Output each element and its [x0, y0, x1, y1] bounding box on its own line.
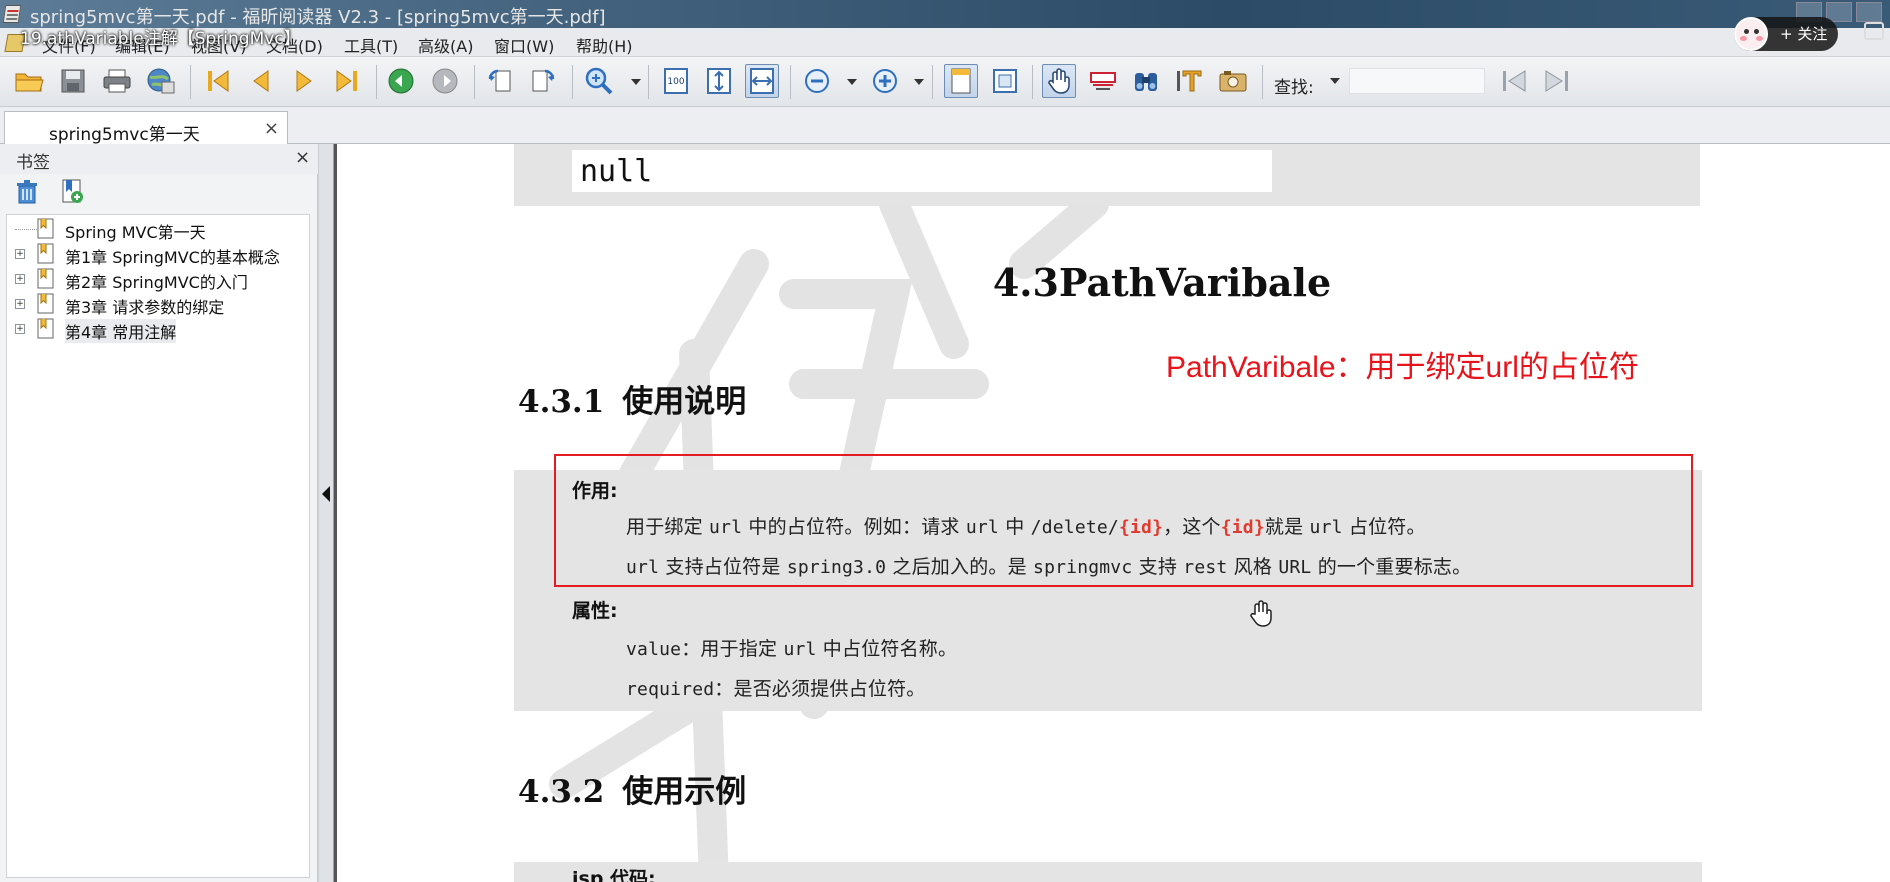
actual-size-label: 100 — [667, 77, 684, 87]
heading-text: 使用示例 — [622, 774, 747, 810]
delete-bookmark-icon[interactable] — [16, 180, 38, 204]
actual-size-icon[interactable]: 100 — [659, 64, 693, 98]
bookmark-icon — [37, 218, 54, 239]
expand-icon[interactable]: + — [15, 324, 25, 334]
last-page-icon[interactable] — [330, 64, 364, 98]
bookmark-label: 第1章 SpringMVC的基本概念 — [65, 248, 280, 267]
document-viewport[interactable]: null 4.3PathVaribale PathVaribale：用于绑定ur… — [334, 144, 1890, 882]
select-tool-icon[interactable] — [1086, 64, 1120, 98]
toolbar: 100 查找: — [0, 57, 1890, 107]
bookmark-tree: Spring MVC第一天 + 第1章 SpringMVC的基本概念 + 第2章… — [6, 214, 310, 878]
video-title-overlay: 19.athVariable注解【SpringMvc】 — [20, 29, 301, 49]
print-icon[interactable] — [100, 64, 134, 98]
next-page-icon[interactable] — [287, 64, 321, 98]
zoom-in-icon[interactable] — [868, 64, 902, 98]
zoom-icon[interactable] — [582, 64, 616, 98]
expand-icon[interactable]: + — [15, 299, 25, 309]
find-prev-icon[interactable] — [1497, 64, 1531, 98]
panel-title: 书签 — [16, 153, 50, 173]
find-options-dropdown[interactable] — [1330, 78, 1340, 84]
fit-page-icon[interactable] — [702, 64, 736, 98]
continuous-icon[interactable] — [988, 64, 1022, 98]
heading-example: 4.3.2 使用示例 — [518, 766, 746, 811]
find-next-icon[interactable] — [1540, 64, 1574, 98]
avatar — [1734, 17, 1768, 51]
bookmark-label: 第2章 SpringMVC的入门 — [65, 273, 248, 292]
attribute-value: value：用于指定 url 中占位符名称。 — [626, 638, 958, 660]
bookmark-item[interactable]: Spring MVC第一天 — [7, 217, 307, 242]
code-block: null — [514, 144, 1700, 206]
follow-button[interactable]: + 关注 — [1734, 17, 1838, 51]
red-highlight-box — [554, 454, 1693, 587]
panel-splitter[interactable] — [318, 144, 334, 882]
code-text: null — [580, 154, 653, 189]
first-page-icon[interactable] — [201, 64, 235, 98]
tab-document[interactable]: spring5mvc第一天 × — [4, 111, 288, 145]
web-icon[interactable] — [144, 64, 178, 98]
panel-header: 书签 × — [0, 144, 318, 174]
bookmark-item[interactable]: + 第3章 请求参数的绑定 — [7, 292, 307, 317]
close-panel-icon[interactable]: × — [295, 147, 310, 168]
close-window-button[interactable] — [1856, 2, 1882, 22]
bookmarks-panel: 书签 × Spring MVC第一天 + 第1章 SpringMVC的基本概念 … — [0, 144, 318, 882]
open-folder-icon[interactable] — [12, 64, 46, 98]
heading-number: 4.3.1 — [518, 384, 605, 420]
zoom-in-dropdown[interactable] — [914, 79, 924, 85]
binoculars-icon[interactable] — [1129, 64, 1163, 98]
bookmark-icon — [37, 318, 54, 339]
prev-page-icon[interactable] — [244, 64, 278, 98]
forward-icon[interactable] — [428, 64, 462, 98]
attributes-heading: 属性: — [572, 600, 618, 622]
zoom-out-icon[interactable] — [800, 64, 834, 98]
hand-tool-icon[interactable] — [1042, 64, 1076, 98]
find-label: 查找: — [1274, 78, 1314, 98]
heading-number: 4.3.2 — [518, 774, 605, 810]
app-icon — [2, 5, 22, 23]
add-bookmark-icon[interactable] — [60, 178, 84, 204]
expand-icon[interactable]: + — [15, 274, 25, 284]
bookmark-label: Spring MVC第一天 — [65, 223, 206, 242]
bookmark-label: 第4章 常用注解 — [65, 319, 177, 343]
zoom-dropdown[interactable] — [631, 79, 641, 85]
collapse-arrow-icon[interactable] — [322, 486, 330, 502]
find-input[interactable] — [1349, 68, 1485, 94]
heading-usage: 4.3.1 使用说明 — [518, 376, 746, 421]
text-tool-icon[interactable] — [1173, 64, 1207, 98]
single-page-icon[interactable] — [944, 64, 978, 98]
rotate-right-icon[interactable] — [526, 64, 560, 98]
jsp-code-label: jsp 代码: — [572, 868, 656, 882]
attribute-required: required：是否必须提供占位符。 — [626, 678, 926, 700]
back-icon[interactable] — [384, 64, 418, 98]
snapshot-icon[interactable] — [1216, 64, 1250, 98]
bookmark-icon — [37, 268, 54, 289]
bookmark-item[interactable]: + 第1章 SpringMVC的基本概念 — [7, 242, 307, 267]
menu-help[interactable]: 帮助(H) — [576, 33, 633, 57]
heading-text: 使用说明 — [622, 384, 747, 420]
menu-advanced[interactable]: 高级(A) — [418, 33, 473, 57]
red-annotation: PathVaribale：用于绑定url的占位符 — [1166, 351, 1639, 384]
bookmark-icon — [37, 243, 54, 264]
menu-window[interactable]: 窗口(W) — [494, 33, 554, 57]
tab-label: spring5mvc第一天 — [49, 125, 200, 145]
jsp-code-box — [514, 862, 1702, 882]
close-tab-icon[interactable]: × — [264, 118, 279, 139]
menu-tools[interactable]: 工具(T) — [344, 33, 398, 57]
bookmark-actions — [0, 174, 318, 210]
save-icon[interactable] — [56, 64, 90, 98]
bookmark-item[interactable]: + 第2章 SpringMVC的入门 — [7, 267, 307, 292]
zoom-out-dropdown[interactable] — [847, 79, 857, 85]
document-tab-strip: spring5mvc第一天 × — [0, 107, 1890, 145]
expand-icon[interactable]: + — [15, 249, 25, 259]
bookmark-label: 第3章 请求参数的绑定 — [65, 298, 225, 317]
rotate-left-icon[interactable] — [483, 64, 517, 98]
message-icon[interactable] — [1864, 22, 1884, 40]
follow-label: + 关注 — [1780, 25, 1828, 43]
bookmark-item-selected[interactable]: + 第4章 常用注解 — [7, 317, 307, 343]
bookmark-icon — [37, 293, 54, 314]
hand-cursor-icon — [1250, 600, 1272, 627]
section-title: 4.3PathVaribale — [992, 260, 1332, 305]
fit-width-icon[interactable] — [745, 64, 779, 98]
